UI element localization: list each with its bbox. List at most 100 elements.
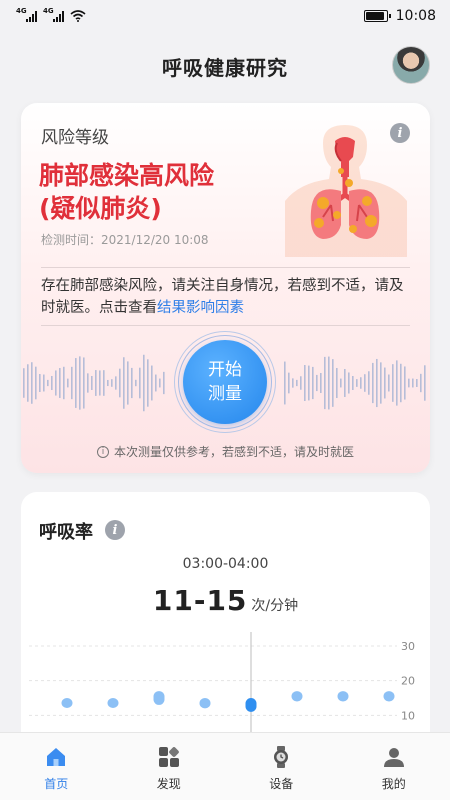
respiration-card[interactable]: 呼吸率 i 03:00-04:00 11-15 次/分钟 30 20 10 bbox=[21, 492, 430, 752]
discover-icon bbox=[158, 747, 179, 767]
start-measure-button[interactable]: 开始 测量 bbox=[183, 340, 267, 424]
info-icon[interactable]: i bbox=[105, 520, 125, 540]
wave-bar bbox=[47, 379, 49, 387]
avatar[interactable] bbox=[392, 46, 430, 84]
lungs-illustration-icon bbox=[285, 125, 407, 257]
wave-bar bbox=[396, 360, 398, 406]
network-type-2: 4G bbox=[43, 7, 54, 15]
wave-bar bbox=[115, 376, 117, 390]
network-status: 4G 4G bbox=[16, 7, 86, 22]
wave-bar bbox=[364, 374, 366, 392]
wave-bar bbox=[95, 370, 97, 396]
wave-bar bbox=[99, 370, 101, 396]
wave-bar bbox=[340, 378, 342, 388]
wave-bar bbox=[55, 370, 57, 396]
wave-bar bbox=[155, 374, 157, 392]
start-measure-label-2: 测量 bbox=[208, 384, 242, 404]
nav-devices[interactable]: 设备 bbox=[225, 733, 338, 800]
data-point[interactable] bbox=[337, 691, 349, 702]
sound-wave-right-icon bbox=[284, 356, 426, 410]
wave-bar bbox=[288, 372, 290, 394]
nav-home[interactable]: 首页 bbox=[0, 733, 113, 800]
wave-bar bbox=[284, 361, 286, 405]
data-point[interactable] bbox=[383, 691, 395, 702]
wave-bar bbox=[324, 356, 326, 410]
divider bbox=[41, 325, 410, 326]
nav-discover[interactable]: 发现 bbox=[113, 733, 226, 800]
data-point[interactable] bbox=[61, 698, 73, 708]
respiration-title: 呼吸率 bbox=[39, 522, 93, 543]
respiration-value: 11-15 bbox=[152, 584, 248, 617]
wave-bar bbox=[127, 361, 129, 405]
wave-bar bbox=[360, 377, 362, 389]
wave-bar bbox=[147, 359, 149, 407]
wave-bar bbox=[416, 379, 418, 387]
wave-bar bbox=[43, 374, 45, 392]
respiration-value-row: 11-15 次/分钟 bbox=[21, 584, 430, 617]
wave-bar bbox=[119, 368, 121, 398]
wave-bar bbox=[51, 375, 53, 391]
result-factors-link[interactable]: 结果影响因素 bbox=[157, 300, 244, 316]
data-point[interactable] bbox=[153, 691, 165, 705]
wave-bar bbox=[91, 376, 93, 390]
status-bar: 4G 4G 10:08 bbox=[0, 0, 450, 32]
page-title: 呼吸健康研究 bbox=[162, 56, 288, 80]
wave-bar bbox=[328, 356, 330, 410]
risk-result-line1: 肺部感染高风险 bbox=[39, 161, 215, 190]
nav-profile-label: 我的 bbox=[381, 777, 406, 791]
wave-bar bbox=[356, 379, 358, 387]
wave-bar bbox=[31, 362, 33, 404]
data-point[interactable] bbox=[107, 698, 119, 708]
risk-description: 存在肺部感染风险，请关注自身情况，若感到不适，请及时就医。点击查看结果影响因素 bbox=[41, 275, 411, 319]
wave-bar bbox=[312, 366, 314, 400]
wifi-icon bbox=[70, 10, 86, 22]
wave-bar bbox=[75, 358, 77, 408]
nav-devices-label: 设备 bbox=[269, 777, 294, 791]
wave-bar bbox=[368, 371, 370, 395]
data-point[interactable] bbox=[245, 698, 257, 712]
profile-icon bbox=[383, 748, 404, 767]
wave-bar bbox=[372, 362, 374, 404]
wave-bar bbox=[304, 365, 306, 401]
wave-bar bbox=[332, 359, 334, 407]
wave-bar bbox=[292, 378, 294, 388]
y-tick-label: 30 bbox=[401, 640, 415, 653]
nav-discover-label: 发现 bbox=[156, 777, 181, 791]
wave-bar bbox=[384, 367, 386, 399]
wave-bar bbox=[308, 365, 310, 401]
wave-bar bbox=[420, 373, 422, 393]
app-header: 呼吸健康研究 bbox=[0, 40, 450, 90]
wave-bar bbox=[412, 378, 414, 388]
wave-bar bbox=[135, 379, 137, 387]
wave-bar bbox=[71, 366, 73, 400]
data-point[interactable] bbox=[199, 698, 211, 709]
y-tick-label: 10 bbox=[401, 709, 415, 722]
nav-home-label: 首页 bbox=[44, 777, 69, 791]
wave-bar bbox=[143, 354, 145, 412]
nav-profile[interactable]: 我的 bbox=[338, 733, 450, 800]
signal-icon: 4G bbox=[16, 7, 37, 22]
wave-bar bbox=[35, 366, 37, 400]
battery-icon bbox=[363, 10, 391, 22]
wave-bar bbox=[151, 365, 153, 401]
data-point[interactable] bbox=[291, 691, 303, 702]
wave-bar bbox=[336, 367, 338, 399]
test-time: 检测时间：2021/12/20 10:08 bbox=[41, 233, 209, 247]
watch-icon bbox=[274, 746, 289, 768]
wave-bar bbox=[103, 370, 105, 396]
measure-button-ring: 开始 测量 bbox=[174, 331, 276, 433]
wave-bar bbox=[83, 357, 85, 409]
time-range: 03:00-04:00 bbox=[182, 556, 269, 572]
wave-bar bbox=[39, 374, 41, 392]
wave-bar bbox=[408, 378, 410, 388]
risk-result: 肺部感染高风险 (疑似肺炎) bbox=[39, 159, 279, 225]
wave-bar bbox=[27, 364, 29, 402]
wave-bar bbox=[139, 367, 141, 399]
wave-bar bbox=[344, 369, 346, 397]
risk-result-line2: (疑似肺炎) bbox=[39, 194, 162, 223]
bottom-nav: 首页 发现 设备 我的 bbox=[0, 732, 450, 800]
wave-bar bbox=[296, 379, 298, 387]
wave-bar bbox=[376, 358, 378, 408]
wave-bar bbox=[400, 363, 402, 403]
wave-bar bbox=[380, 362, 382, 404]
